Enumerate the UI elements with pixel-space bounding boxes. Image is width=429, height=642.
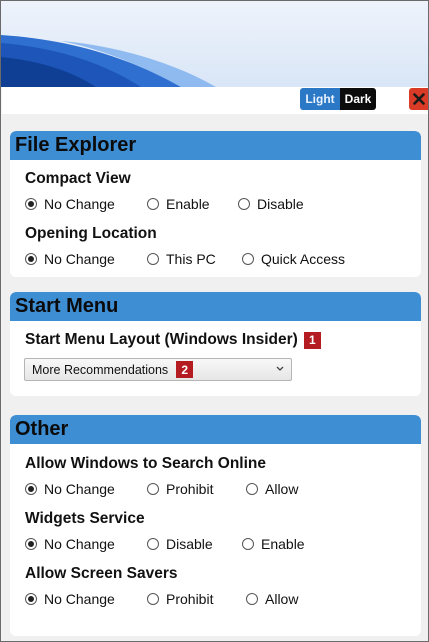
setting-title-widgets-service: Widgets Service <box>25 510 145 527</box>
setting-start-menu-layout: Start Menu Layout (Windows Insider) 1 <box>25 331 321 349</box>
radio-button[interactable] <box>238 198 250 210</box>
radio-widgets-no-change[interactable]: No Change <box>25 536 147 552</box>
desktop-wallpaper <box>1 1 428 87</box>
radio-button[interactable] <box>242 538 254 550</box>
wallpaper-swirl-graphic <box>1 35 216 87</box>
radio-label: Prohibit <box>166 591 214 607</box>
radio-widgets-enable[interactable]: Enable <box>242 536 305 552</box>
radio-label: Quick Access <box>261 251 346 267</box>
radio-group-opening-location: No Change This PC Quick Access <box>25 251 345 267</box>
start-menu-layout-dropdown[interactable]: More Recommendations 2 <box>24 358 292 381</box>
setting-screen-savers: Allow Screen Savers <box>25 565 178 583</box>
light-theme-button[interactable]: Light <box>300 88 340 110</box>
radio-compact-view-no-change[interactable]: No Change <box>25 196 147 212</box>
radio-label: Prohibit <box>166 481 214 497</box>
section-other: Other Allow Windows to Search Online No … <box>10 415 421 636</box>
radio-screen-savers-no-change[interactable]: No Change <box>25 591 147 607</box>
theme-toggle: Light Dark <box>300 88 376 110</box>
radio-label: No Change <box>44 196 115 212</box>
setting-opening-location: Opening Location <box>25 225 157 243</box>
radio-opening-location-quick-access[interactable]: Quick Access <box>242 251 345 267</box>
radio-group-widgets-service: No Change Disable Enable <box>25 536 305 552</box>
setting-title-screen-savers: Allow Screen Savers <box>25 565 178 582</box>
radio-label: This PC <box>166 251 216 267</box>
setting-title-search-online: Allow Windows to Search Online <box>25 455 266 472</box>
radio-group-screen-savers: No Change Prohibit Allow <box>25 591 298 607</box>
radio-group-search-online: No Change Prohibit Allow <box>25 481 298 497</box>
section-start-menu: Start Menu Start Menu Layout (Windows In… <box>10 292 421 396</box>
radio-compact-view-enable[interactable]: Enable <box>147 196 238 212</box>
radio-compact-view-disable[interactable]: Disable <box>238 196 304 212</box>
start-menu-layout-label: Start Menu Layout (Windows Insider) <box>25 331 298 348</box>
radio-label: Disable <box>257 196 304 212</box>
radio-button[interactable] <box>25 483 37 495</box>
radio-opening-location-this-pc[interactable]: This PC <box>147 251 242 267</box>
radio-button[interactable] <box>242 253 254 265</box>
dark-theme-button[interactable]: Dark <box>340 88 376 110</box>
radio-button[interactable] <box>246 483 258 495</box>
radio-label: Enable <box>261 536 305 552</box>
radio-button[interactable] <box>147 538 159 550</box>
setting-search-online: Allow Windows to Search Online <box>25 455 266 473</box>
dropdown-selected-value: More Recommendations <box>32 362 169 377</box>
radio-label: Allow <box>265 481 299 497</box>
window-topbar: Light Dark <box>2 87 428 114</box>
radio-screen-savers-allow[interactable]: Allow <box>246 591 298 607</box>
radio-group-compact-view: No Change Enable Disable <box>25 196 304 212</box>
radio-search-online-no-change[interactable]: No Change <box>25 481 147 497</box>
radio-label: No Change <box>44 536 115 552</box>
radio-label: Allow <box>265 591 299 607</box>
radio-button[interactable] <box>246 593 258 605</box>
radio-label: Enable <box>166 196 210 212</box>
radio-button[interactable] <box>25 593 37 605</box>
section-header-file-explorer: File Explorer <box>10 131 421 160</box>
setting-title-start-menu-layout: Start Menu Layout (Windows Insider) 1 <box>25 331 321 349</box>
setting-compact-view: Compact View <box>25 170 131 188</box>
radio-label: No Change <box>44 591 115 607</box>
radio-button[interactable] <box>147 483 159 495</box>
radio-label: No Change <box>44 481 115 497</box>
radio-button[interactable] <box>147 253 159 265</box>
setting-widgets-service: Widgets Service <box>25 510 145 528</box>
section-file-explorer: File Explorer Compact View No Change Ena… <box>10 131 421 277</box>
radio-button[interactable] <box>25 198 37 210</box>
app-frame: Light Dark File Explorer Compact View No… <box>0 0 429 642</box>
close-button[interactable] <box>409 88 428 110</box>
section-header-other: Other <box>10 415 421 444</box>
radio-search-online-allow[interactable]: Allow <box>246 481 298 497</box>
chevron-down-icon <box>276 366 284 371</box>
radio-search-online-prohibit[interactable]: Prohibit <box>147 481 246 497</box>
radio-button[interactable] <box>147 198 159 210</box>
section-header-start-menu: Start Menu <box>10 292 421 321</box>
radio-button[interactable] <box>25 538 37 550</box>
callout-badge-1: 1 <box>303 331 321 349</box>
radio-screen-savers-prohibit[interactable]: Prohibit <box>147 591 246 607</box>
radio-label: Disable <box>166 536 213 552</box>
setting-title-opening-location: Opening Location <box>25 225 157 242</box>
close-icon <box>413 93 425 105</box>
setting-title-compact-view: Compact View <box>25 170 131 187</box>
radio-label: No Change <box>44 251 115 267</box>
tweaker-window: Light Dark File Explorer Compact View No… <box>2 87 428 641</box>
radio-button[interactable] <box>147 593 159 605</box>
callout-badge-2: 2 <box>176 361 194 378</box>
radio-button[interactable] <box>25 253 37 265</box>
radio-opening-location-no-change[interactable]: No Change <box>25 251 147 267</box>
radio-widgets-disable[interactable]: Disable <box>147 536 242 552</box>
